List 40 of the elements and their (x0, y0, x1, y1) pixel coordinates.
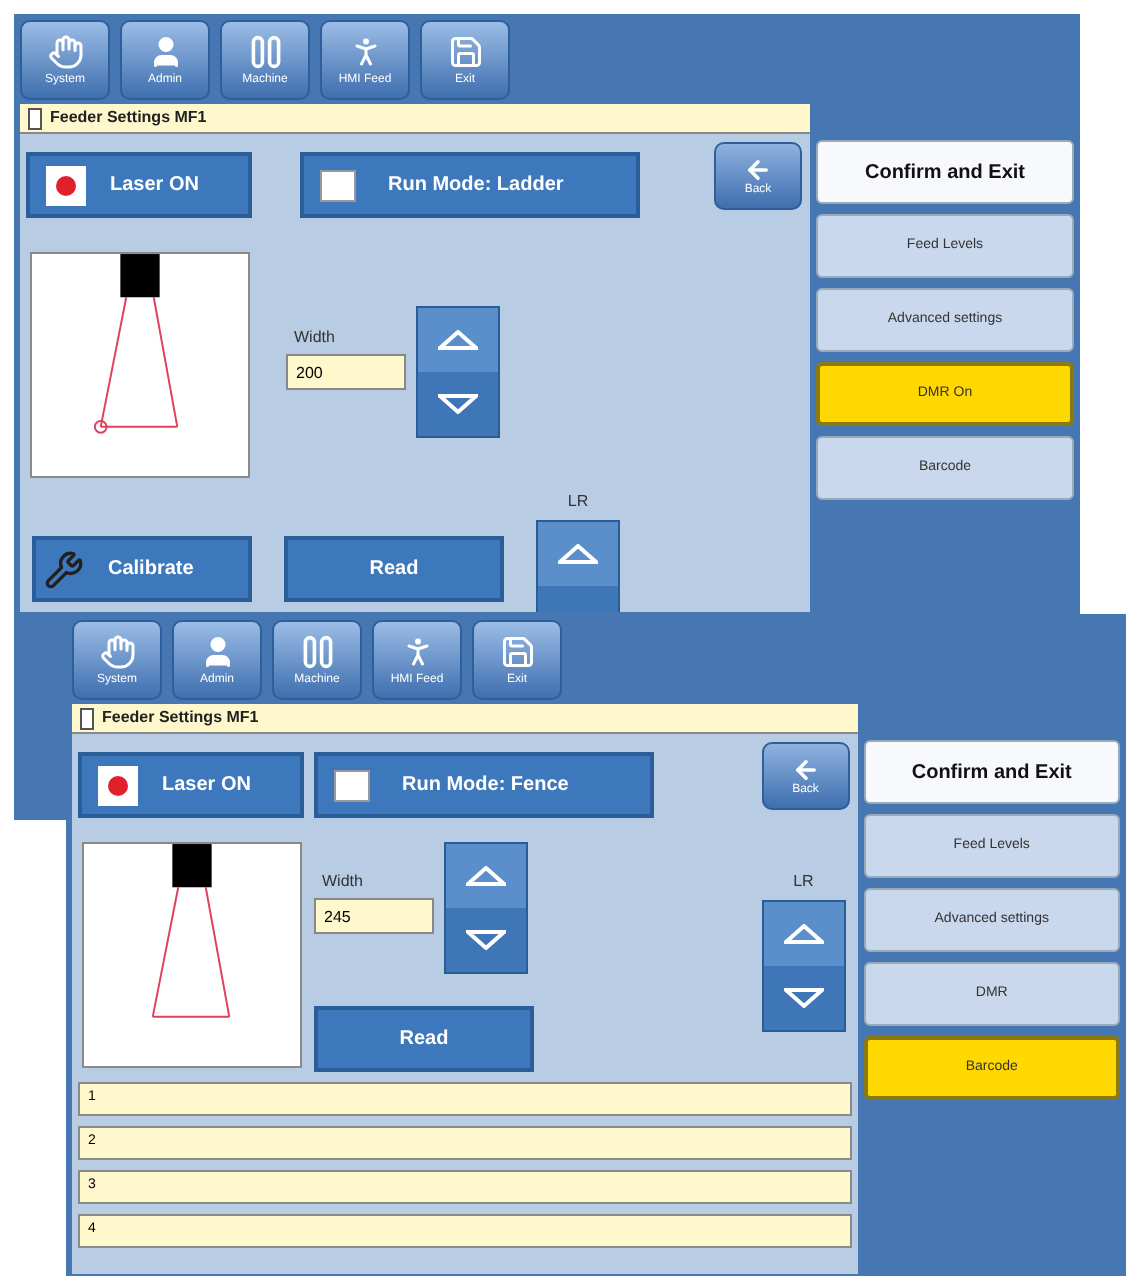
lr-label: LR (793, 870, 814, 894)
up-arrow-icon (466, 866, 506, 886)
down-arrow-icon (783, 988, 824, 1008)
window-title: Feeder Settings MF1 (102, 706, 259, 730)
up-arrow-icon (438, 330, 478, 350)
window-title: Feeder Settings MF1 (50, 106, 207, 130)
width-label: Width (322, 870, 365, 894)
spinner-control[interactable] (444, 842, 528, 974)
spinner-control[interactable] (761, 900, 846, 1032)
lr-label: LR (567, 490, 589, 514)
width-field[interactable]: 245 (314, 898, 434, 934)
laser-indicator-icon (46, 165, 86, 205)
calibrate-button[interactable]: Calibrate (32, 536, 252, 602)
laser-button[interactable]: Laser ON (78, 752, 304, 818)
spinner-control[interactable] (416, 306, 500, 438)
up-arrow-icon (783, 924, 824, 944)
laser-indicator-icon (98, 765, 138, 805)
hand-icon (47, 34, 83, 70)
page-icon (28, 107, 42, 129)
up-arrow-icon (558, 544, 598, 564)
page-icon (80, 707, 94, 729)
laser-button[interactable]: Laser ON (26, 152, 252, 218)
wrench-icon (44, 549, 84, 589)
machine-icon (299, 634, 335, 670)
save-icon (447, 34, 483, 70)
hand-icon (99, 634, 135, 670)
read-button[interactable]: Read (314, 1006, 534, 1072)
read-button[interactable]: Read (284, 536, 504, 602)
down-arrow-icon (438, 394, 478, 414)
run-mode-button[interactable]: Run Mode: Fence (314, 752, 654, 818)
mode-icon (320, 169, 356, 201)
machine-icon (247, 34, 283, 70)
down-arrow-icon (466, 930, 506, 950)
run-mode-button[interactable]: Run Mode: Ladder (300, 152, 640, 218)
confirm-exit-button[interactable]: Confirm and Exit (863, 740, 1120, 804)
mode-icon (334, 769, 370, 801)
confirm-exit-button[interactable]: Confirm and Exit (816, 140, 1074, 204)
width-field[interactable]: 200 (286, 354, 406, 390)
width-label: Width (294, 326, 337, 350)
save-icon (499, 634, 535, 670)
